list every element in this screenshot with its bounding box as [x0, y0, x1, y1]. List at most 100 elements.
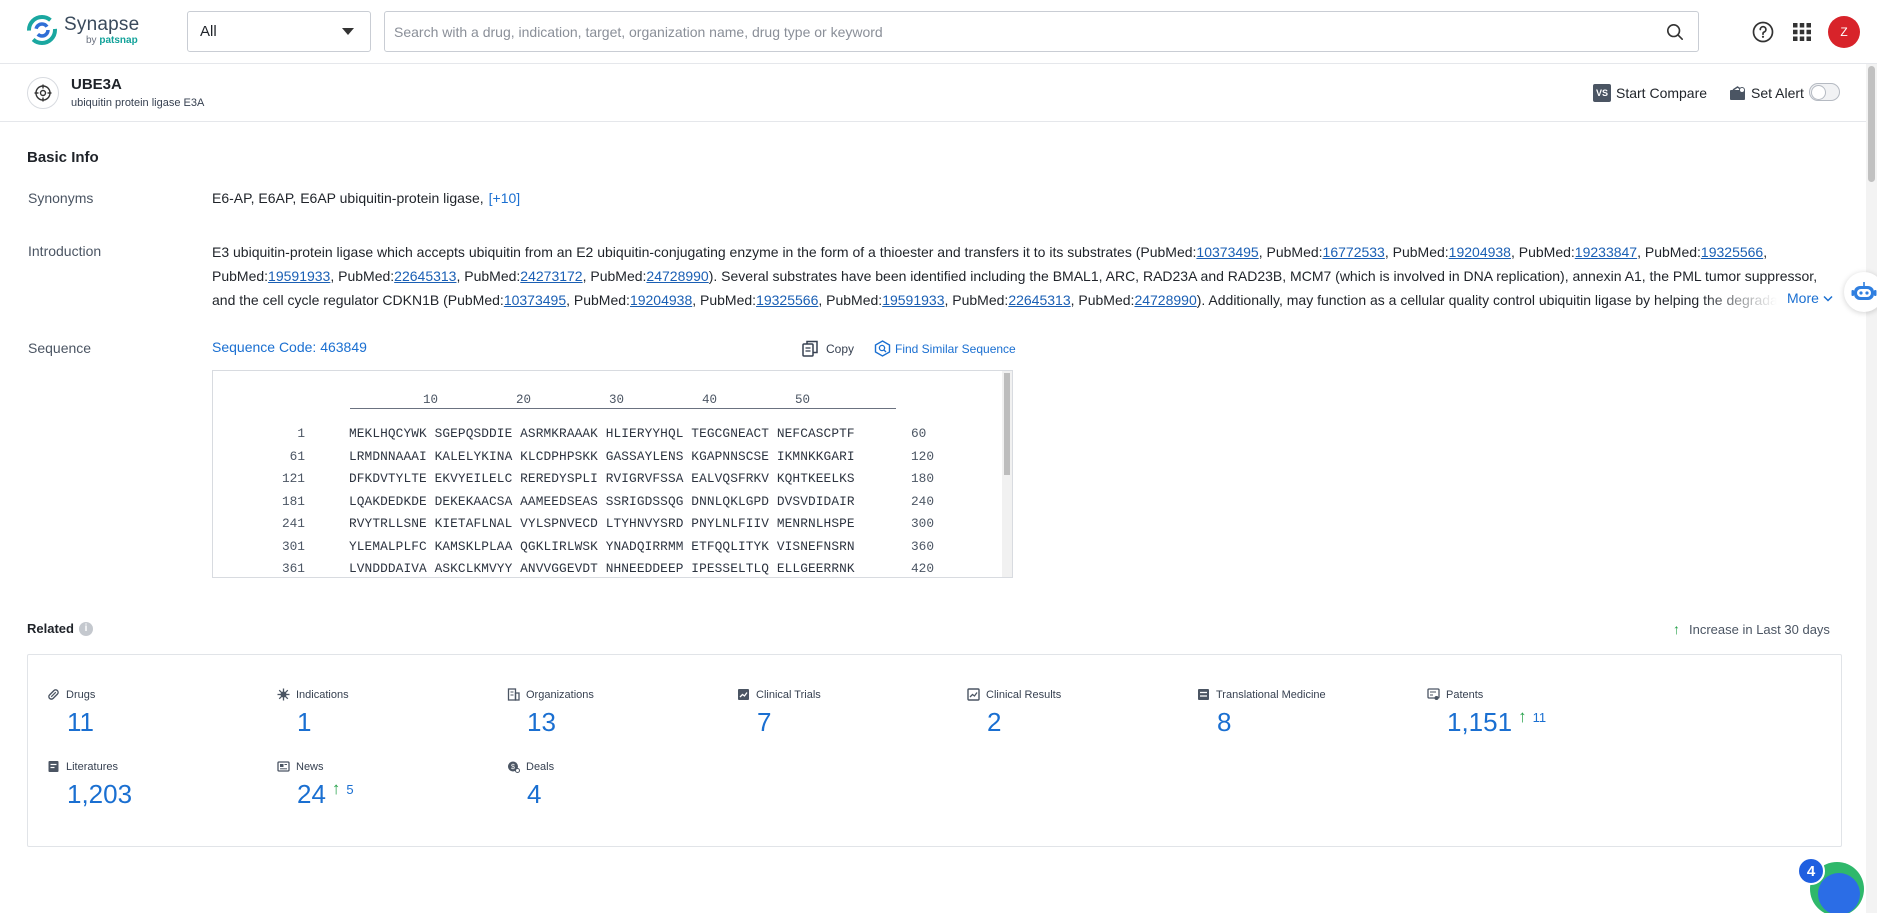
stat-increase: ↑5 [332, 779, 354, 799]
building-icon [507, 688, 520, 701]
search-category-select[interactable]: All [187, 11, 371, 52]
stat-label: Translational Medicine [1216, 689, 1326, 701]
pubmed-link[interactable]: 24728990 [1134, 292, 1196, 308]
page-scrollbar-thumb[interactable] [1868, 66, 1875, 182]
sequence-row-end: 240 [911, 494, 934, 509]
stat-value: 11 [67, 707, 94, 738]
patent-icon [1427, 688, 1440, 701]
stat-drugs[interactable]: Drugs 11 [47, 688, 95, 738]
pubmed-link[interactable]: 19325566 [1701, 244, 1763, 260]
target-name: UBE3A [71, 76, 122, 93]
copy-label: Copy [826, 342, 854, 356]
increase-arrow-icon: ↑ [1518, 707, 1527, 727]
stat-clinical-results[interactable]: Clinical Results 2 [967, 688, 1061, 738]
search-icon[interactable] [1666, 23, 1684, 41]
search-category-value: All [200, 23, 217, 40]
chevron-down-icon [1823, 295, 1833, 303]
clinical-trials-icon [737, 688, 750, 701]
target-full-name: ubiquitin protein ligase E3A [71, 97, 204, 109]
find-similar-sequence-button[interactable]: Find Similar Sequence [874, 340, 1016, 357]
sequence-scrollbar[interactable] [1002, 371, 1012, 577]
search-input[interactable] [394, 24, 1634, 40]
stat-value: 2 [987, 707, 1001, 738]
introduction-text: E3 ubiquitin-protein ligase which accept… [212, 240, 1840, 312]
help-icon[interactable] [1751, 20, 1775, 44]
sequence-viewer[interactable]: 10 20 30 40 50 1 MEKLHQCYWK SGEPQSDDIE A… [212, 370, 1013, 578]
pubmed-link[interactable]: 10373495 [504, 292, 566, 308]
stat-organizations[interactable]: Organizations 13 [507, 688, 594, 738]
synapse-logo[interactable]: Synapse by patsnap [26, 14, 139, 46]
introduction-segment: , PubMed: [456, 268, 520, 284]
sequence-row-start: 1 [297, 426, 305, 441]
synonyms-value: E6-AP, E6AP, E6AP ubiquitin-protein liga… [212, 190, 520, 206]
pubmed-link[interactable]: 10373495 [1196, 244, 1258, 260]
copy-sequence-button[interactable]: Copy [802, 340, 854, 357]
sequence-code-link[interactable]: Sequence Code: 463849 [212, 339, 367, 355]
stat-increase-value: 11 [1533, 710, 1547, 725]
chat-notification-badge[interactable]: 4 [1797, 857, 1825, 885]
synapse-logo-icon [26, 14, 58, 46]
stat-label: Deals [526, 761, 554, 773]
news-icon [277, 760, 290, 773]
set-alert-button[interactable]: Set Alert [1729, 85, 1804, 101]
introduction-segment: , PubMed: [818, 292, 882, 308]
stat-news[interactable]: News 24↑5 [277, 760, 354, 810]
introduction-more-link[interactable]: More [1787, 290, 1833, 306]
stat-value: 8 [1217, 707, 1231, 738]
pubmed-link[interactable]: 19204938 [1449, 244, 1511, 260]
pubmed-link[interactable]: 19325566 [756, 292, 818, 308]
pubmed-link[interactable]: 19233847 [1575, 244, 1637, 260]
pubmed-link[interactable]: 22645313 [1008, 292, 1070, 308]
stat-translational-medicine[interactable]: Translational Medicine 8 [1197, 688, 1326, 738]
stat-clinical-trials[interactable]: Clinical Trials 7 [737, 688, 821, 738]
pubmed-link[interactable]: 19591933 [882, 292, 944, 308]
set-alert-label: Set Alert [1751, 85, 1804, 101]
sequence-row-end: 120 [911, 449, 934, 464]
synonyms-more-link[interactable]: [+10] [489, 190, 521, 206]
stat-value: 24 [297, 779, 326, 810]
stat-increase: ↑ 11 [1518, 707, 1546, 727]
page-scrollbar[interactable] [1866, 64, 1877, 913]
apps-grid-icon[interactable] [1790, 20, 1814, 44]
stat-patents[interactable]: Patents 1,151↑11 [1427, 688, 1546, 738]
stat-label: Organizations [526, 689, 594, 701]
brand-name: Synapse [64, 15, 139, 34]
stat-literatures[interactable]: Literatures 1,203 [47, 760, 132, 810]
introduction-segment: , PubMed: [566, 292, 630, 308]
pubmed-link[interactable]: 24728990 [646, 268, 708, 284]
synonyms-label: Synonyms [28, 190, 93, 206]
pubmed-link[interactable]: 16772533 [1323, 244, 1385, 260]
stat-indications[interactable]: Indications 1 [277, 688, 349, 738]
pubmed-link[interactable]: 24273172 [520, 268, 582, 284]
alert-bell-icon [1729, 86, 1746, 101]
info-icon[interactable]: i [79, 622, 93, 636]
alert-toggle[interactable] [1809, 83, 1840, 101]
pubmed-link[interactable]: 22645313 [394, 268, 456, 284]
stat-label: Indications [296, 689, 349, 701]
start-compare-button[interactable]: VS Start Compare [1593, 84, 1707, 102]
introduction-segment: , PubMed: [1259, 244, 1323, 260]
sequence-scrollbar-thumb[interactable] [1004, 373, 1010, 475]
introduction-segment: , PubMed: [692, 292, 756, 308]
user-avatar[interactable]: Z [1828, 16, 1860, 48]
brand-byline: by patsnap [64, 36, 139, 46]
stat-label: Clinical Trials [756, 689, 821, 701]
pubmed-link[interactable]: 19591933 [268, 268, 330, 284]
sequence-ruler: 10 20 30 40 50 [350, 393, 896, 409]
search-bar [384, 11, 1699, 52]
sequence-row-end: 420 [911, 561, 934, 576]
introduction-segment: , PubMed: [583, 268, 647, 284]
pill-icon [47, 688, 60, 701]
find-similar-label: Find Similar Sequence [895, 342, 1016, 356]
ruler-tick: 50 [795, 393, 810, 407]
stat-deals[interactable]: $Deals 4 [507, 760, 554, 810]
ai-assistant-robot-icon[interactable] [1844, 272, 1877, 312]
increase-arrow-icon: ↑ [1673, 621, 1680, 637]
pubmed-link[interactable]: 19204938 [630, 292, 692, 308]
literature-icon [47, 760, 60, 773]
ruler-tick: 10 [423, 393, 438, 407]
sequence-row-start: 361 [282, 561, 305, 576]
introduction-segment: , PubMed: [1385, 244, 1449, 260]
related-title-text: Related [27, 621, 74, 636]
introduction-segment: , PubMed: [1071, 292, 1135, 308]
